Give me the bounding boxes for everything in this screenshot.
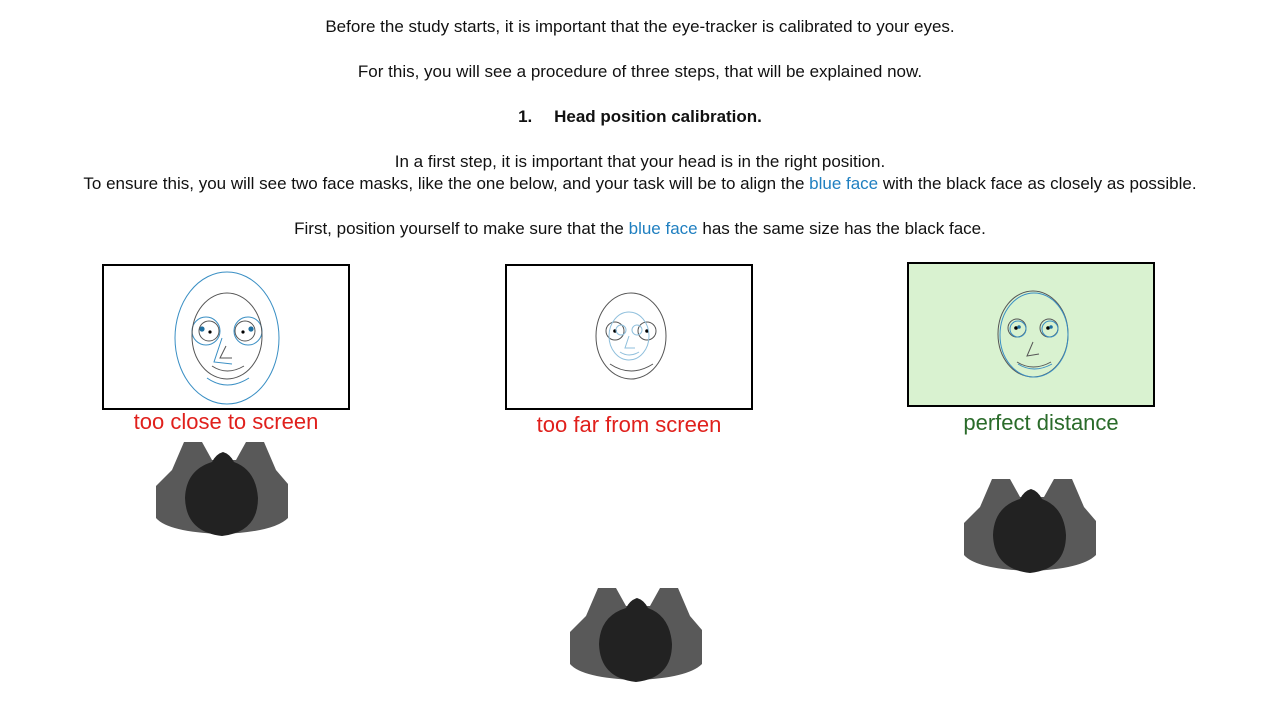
ensure-text-post: with the black face as closely as possib… (882, 174, 1197, 193)
face-mask-too-far (595, 292, 667, 380)
first-step-text: In a first step, it is important that yo… (394, 152, 886, 171)
step-heading: 1. Head position calibration. (0, 106, 1280, 128)
size-blue-face: blue face (628, 219, 698, 238)
step-title: Head position calibration. (554, 107, 762, 126)
face-mask-perfect (997, 290, 1069, 378)
caption-perfect: perfect distance (963, 410, 1119, 435)
intro-text: Before the study starts, it is important… (325, 17, 955, 36)
ensure-text-pre: To ensure this, you will see two face ma… (83, 174, 805, 193)
size-text-post: has the same size has the black face. (702, 219, 986, 238)
person-perfect-icon (964, 479, 1096, 573)
face-mask-too-close (174, 271, 280, 405)
ensure-text: To ensure this, you will see two face ma… (0, 173, 1280, 195)
procedure-text: For this, you will see a procedure of th… (357, 62, 923, 81)
person-too-close-icon (156, 442, 288, 536)
person-too-far-icon (570, 588, 702, 682)
caption-too-far: too far from screen (536, 412, 722, 437)
example-perfect-frame (907, 262, 1155, 407)
ensure-blue-face: blue face (809, 174, 879, 193)
size-text-pre: First, position yourself to make sure th… (294, 219, 624, 238)
step-number: 1. (518, 107, 533, 126)
caption-too-close: too close to screen (133, 409, 319, 434)
example-too-close-frame (102, 264, 350, 410)
example-too-far-frame (505, 264, 753, 410)
size-text: First, position yourself to make sure th… (0, 218, 1280, 240)
